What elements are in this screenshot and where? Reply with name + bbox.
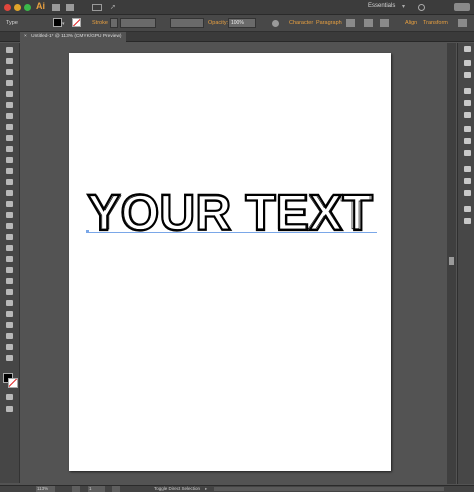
stroke-color-swatch[interactable] [72, 18, 81, 27]
free-transform-tool-icon[interactable] [5, 222, 14, 230]
stroke-swatch-icon[interactable] [8, 378, 18, 388]
color-panel-icon[interactable] [463, 59, 472, 67]
panel-dock [457, 43, 474, 484]
document-tab-title: Untitled-1* @ 113% (CMYK/GPU Preview) [31, 34, 122, 39]
appearance-panel-icon[interactable] [463, 165, 472, 173]
opacity-input[interactable]: 100% [228, 18, 256, 28]
transparency-panel-icon[interactable] [463, 149, 472, 157]
pen-tool-icon[interactable] [5, 90, 14, 98]
stroke-panel-icon[interactable] [463, 125, 472, 133]
rectangle-tool-icon[interactable] [5, 134, 14, 142]
art-deco-text[interactable]: YOUR TEXT YOUR TEXT [83, 186, 379, 236]
direct-selection-tool-icon[interactable] [5, 57, 14, 65]
layers-panel-icon[interactable] [463, 205, 472, 213]
search-field[interactable] [454, 3, 470, 11]
drawing-mode-icon[interactable] [5, 405, 14, 413]
scrollbar-thumb[interactable] [449, 257, 454, 265]
zoom-window-button[interactable] [24, 4, 31, 11]
chevron-right-icon[interactable]: ▸ [205, 486, 207, 492]
selection-tool-icon[interactable] [5, 46, 14, 54]
paintbrush-tool-icon[interactable] [5, 145, 14, 153]
application-bar: Ai ➚ Essentials ▾ [0, 0, 474, 15]
transform-options-icon[interactable] [364, 19, 373, 27]
status-text: Toggle Direct Selection [154, 486, 201, 491]
rotate-tool-icon[interactable] [5, 189, 14, 197]
document-tab[interactable]: × Untitled-1* @ 113% (CMYK/GPU Preview) [20, 32, 126, 42]
status-bar: 113% 1 Toggle Direct Selection ▸ [0, 485, 474, 492]
transform-panel-link[interactable]: Transform [423, 20, 448, 26]
swatches-icon[interactable] [463, 87, 472, 95]
panel-menu-icon[interactable] [458, 19, 467, 27]
minimize-window-button[interactable] [14, 4, 21, 11]
column-graph-tool-icon[interactable] [5, 310, 14, 318]
width-tool-icon[interactable] [5, 211, 14, 219]
type-tool-icon[interactable] [5, 112, 14, 120]
text-options-icon[interactable] [346, 19, 355, 27]
zoom-level-field[interactable]: 113% [36, 486, 55, 492]
paragraph-panel-link[interactable]: Paragraph [316, 20, 342, 26]
close-window-button[interactable] [4, 4, 11, 11]
recolor-icon[interactable] [272, 20, 279, 27]
next-artboard-button[interactable] [112, 486, 120, 492]
previous-artboard-button[interactable] [72, 486, 80, 492]
selection-type-label: Type [6, 20, 18, 26]
fill-color-swatch[interactable] [53, 18, 62, 27]
color-mode-icon[interactable] [5, 393, 14, 401]
vertical-scrollbar[interactable] [447, 43, 456, 484]
recolor-artwork-icon[interactable] [380, 19, 389, 27]
blob-brush-tool-icon[interactable] [5, 167, 14, 175]
control-bar: Type ▾ Stroke Opacity: 100% Character Pa… [0, 15, 474, 32]
mesh-tool-icon[interactable] [5, 255, 14, 263]
stock-icon[interactable] [66, 4, 74, 11]
close-icon[interactable]: × [24, 34, 27, 39]
artboard-tool-icon[interactable] [5, 321, 14, 329]
perspective-grid-tool-icon[interactable] [5, 244, 14, 252]
artboards-panel-icon[interactable] [463, 189, 472, 197]
chevron-down-icon[interactable]: ▾ [402, 3, 405, 10]
collapse-panels-icon[interactable] [463, 45, 472, 53]
zoom-tool-icon[interactable] [5, 354, 14, 362]
eyedropper-tool-icon[interactable] [5, 277, 14, 285]
bridge-icon[interactable] [52, 4, 60, 11]
variable-width-profile[interactable] [170, 18, 204, 28]
workspace-switcher[interactable]: Essentials [368, 3, 395, 9]
graphic-styles-icon[interactable] [463, 177, 472, 185]
eraser-tool-icon[interactable] [5, 178, 14, 186]
horizontal-scrollbar[interactable] [214, 487, 444, 491]
tools-panel [0, 43, 20, 483]
gradient-panel-icon[interactable] [463, 137, 472, 145]
chevron-down-icon[interactable]: ▾ [62, 21, 65, 27]
arrange-documents-icon[interactable] [92, 4, 102, 11]
shape-builder-tool-icon[interactable] [5, 233, 14, 241]
app-logo: Ai [36, 1, 45, 11]
stroke-weight-input[interactable] [120, 18, 156, 28]
symbols-icon[interactable] [463, 111, 472, 119]
artboard-number-field[interactable]: 1 [88, 486, 105, 492]
stroke-weight-stepper[interactable] [110, 18, 118, 28]
brushes-icon[interactable] [463, 99, 472, 107]
hand-tool-icon[interactable] [5, 343, 14, 351]
stroke-label[interactable]: Stroke [92, 20, 108, 26]
your-text-inline: YOUR TEXT [89, 186, 371, 236]
document-tab-bar: × Untitled-1* @ 113% (CMYK/GPU Preview) [0, 32, 474, 42]
artboard[interactable]: YOUR TEXT YOUR TEXT [69, 53, 391, 471]
symbol-sprayer-tool-icon[interactable] [5, 299, 14, 307]
character-panel-link[interactable]: Character [289, 20, 313, 26]
magic-wand-tool-icon[interactable] [5, 68, 14, 76]
align-panel-link[interactable]: Align [405, 20, 417, 26]
curvature-tool-icon[interactable] [5, 101, 14, 109]
links-panel-icon[interactable] [463, 217, 472, 225]
gradient-tool-icon[interactable] [5, 266, 14, 274]
color-guide-icon[interactable] [463, 71, 472, 79]
scale-tool-icon[interactable] [5, 200, 14, 208]
line-segment-tool-icon[interactable] [5, 123, 14, 131]
blend-tool-icon[interactable] [5, 288, 14, 296]
gpu-rocket-icon[interactable]: ➚ [110, 3, 116, 11]
slice-tool-icon[interactable] [5, 332, 14, 340]
opacity-label[interactable]: Opacity: [208, 20, 228, 26]
lasso-tool-icon[interactable] [5, 79, 14, 87]
search-icon[interactable] [418, 4, 425, 11]
pencil-tool-icon[interactable] [5, 156, 14, 164]
